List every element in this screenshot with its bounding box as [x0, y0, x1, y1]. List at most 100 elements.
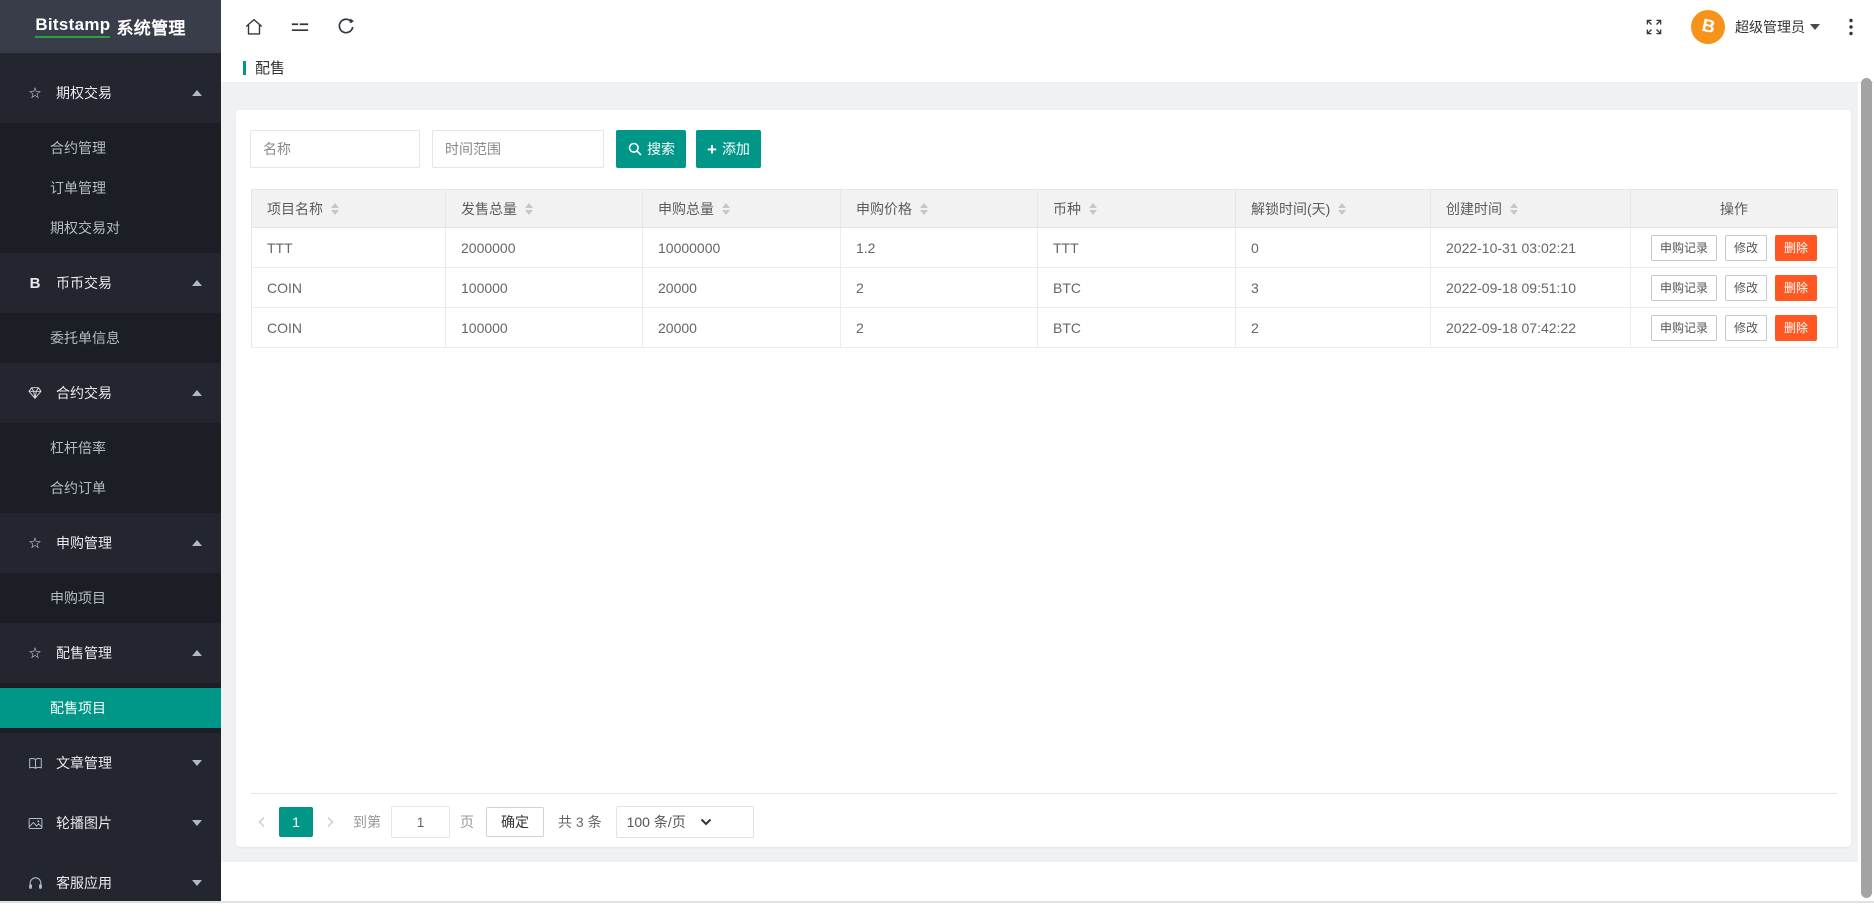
column-header-label: 申购总量 [658, 199, 714, 219]
table-cell: 2 [841, 268, 1038, 308]
edit-button[interactable]: 修改 [1725, 315, 1767, 341]
sidebar-submenu-1: 委托单信息 [0, 313, 221, 363]
table-cell: 10000000 [643, 228, 841, 268]
sidebar-item[interactable]: 杠杆倍率 [0, 428, 221, 468]
chevron-down-icon [192, 820, 202, 826]
chevron-up-icon [192, 90, 202, 96]
delete-button[interactable]: 删除 [1775, 235, 1817, 261]
prev-page-icon[interactable] [255, 807, 269, 837]
sidebar-menu: ☆期权交易合约管理订单管理期权交易对B币币交易委托单信息合约交易杠杆倍率合约订单… [0, 53, 221, 913]
table-cell: 2022-10-31 03:02:21 [1431, 228, 1631, 268]
sidebar-item[interactable]: 订单管理 [0, 168, 221, 208]
search-button[interactable]: 搜索 [616, 130, 686, 168]
home-icon[interactable] [243, 16, 265, 38]
sidebar-submenu-0: 合约管理订单管理期权交易对 [0, 123, 221, 253]
search-toolbar: 搜索 + 添加 [250, 130, 761, 168]
sidebar-item-active[interactable]: 配售项目 [0, 688, 221, 728]
sidebar-item[interactable]: 期权交易对 [0, 208, 221, 248]
sidebar-group-2[interactable]: 合约交易 [0, 363, 221, 423]
confirm-page-button[interactable]: 确定 [486, 807, 544, 837]
headset-icon [24, 875, 46, 892]
sort-icon[interactable] [1510, 203, 1518, 215]
per-page-select[interactable]: 100 条/页 [616, 806, 754, 838]
column-header[interactable]: 申购总量 [643, 190, 841, 228]
sidebar-group-1[interactable]: B 币币交易 [0, 253, 221, 313]
column-header[interactable]: 申购价格 [841, 190, 1038, 228]
sidebar-group-label: 客服应用 [56, 873, 112, 893]
sidebar-item[interactable]: 合约管理 [0, 128, 221, 168]
chevron-down-icon [1810, 24, 1820, 30]
user-name-label: 超级管理员 [1735, 17, 1805, 37]
sort-icon[interactable] [920, 203, 928, 215]
edit-button[interactable]: 修改 [1725, 235, 1767, 261]
table-head: 项目名称发售总量申购总量申购价格币种解锁时间(天)创建时间操作 [252, 190, 1838, 228]
plus-icon: + [707, 141, 717, 158]
letter-b-icon: B [24, 275, 46, 292]
column-header[interactable]: 发售总量 [446, 190, 643, 228]
table-cell: TTT [252, 228, 446, 268]
book-icon [24, 755, 46, 772]
image-icon [24, 815, 46, 832]
column-header-label: 创建时间 [1446, 199, 1502, 219]
sort-icon[interactable] [331, 203, 339, 215]
goto-page-input[interactable] [391, 806, 450, 838]
breadcrumb: 配售 [221, 53, 1874, 83]
total-count-label: 共 3 条 [558, 812, 602, 832]
vertical-scrollbar[interactable] [1861, 78, 1872, 898]
column-header-label: 发售总量 [461, 199, 517, 219]
gem-icon [24, 385, 46, 401]
header-right-cluster: B 超级管理员 [1643, 0, 1858, 53]
sidebar-group-label: 币币交易 [56, 273, 112, 293]
fullscreen-icon[interactable] [1643, 16, 1665, 38]
sidebar-item[interactable]: 合约订单 [0, 468, 221, 508]
sidebar-group-6[interactable]: 轮播图片 [0, 793, 221, 853]
column-header[interactable]: 解锁时间(天) [1236, 190, 1431, 228]
current-page-button[interactable]: 1 [279, 807, 313, 837]
collapse-menu-icon[interactable] [289, 16, 311, 38]
select-caret-icon [700, 818, 712, 826]
page-title: 配售 [255, 57, 285, 78]
refresh-icon[interactable] [335, 16, 357, 38]
sort-icon[interactable] [722, 203, 730, 215]
top-header: B 超级管理员 [221, 0, 1874, 54]
more-menu-icon[interactable] [1844, 17, 1858, 37]
add-button[interactable]: + 添加 [696, 130, 761, 168]
sidebar-submenu-2: 杠杆倍率合约订单 [0, 423, 221, 513]
sidebar-group-4[interactable]: ☆配售管理 [0, 623, 221, 683]
sidebar-group-5[interactable]: 文章管理 [0, 733, 221, 793]
name-filter-input[interactable] [250, 130, 420, 168]
delete-button[interactable]: 删除 [1775, 315, 1817, 341]
sidebar-group-3[interactable]: ☆申购管理 [0, 513, 221, 573]
sidebar-group-label: 期权交易 [56, 83, 112, 103]
delete-button[interactable]: 删除 [1775, 275, 1817, 301]
sidebar-group-7[interactable]: 客服应用 [0, 853, 221, 913]
time-range-input[interactable] [432, 130, 604, 168]
sort-icon[interactable] [1338, 203, 1346, 215]
page-bottom-divider [0, 901, 1874, 903]
star-icon: ☆ [24, 644, 46, 662]
sort-icon[interactable] [525, 203, 533, 215]
sidebar-item[interactable]: 委托单信息 [0, 318, 221, 358]
sidebar-item[interactable]: 申购项目 [0, 578, 221, 618]
column-header-label: 币种 [1053, 199, 1081, 219]
table-cell: 2000000 [446, 228, 643, 268]
subscription-record-button[interactable]: 申购记录 [1651, 315, 1717, 341]
goto-page-prefix: 到第 [353, 812, 381, 832]
sort-icon[interactable] [1089, 203, 1097, 215]
table-cell: COIN [252, 268, 446, 308]
next-page-icon[interactable] [323, 807, 337, 837]
star-icon: ☆ [24, 534, 46, 552]
subscription-record-button[interactable]: 申购记录 [1651, 275, 1717, 301]
column-header[interactable]: 创建时间 [1431, 190, 1631, 228]
sidebar-group-0[interactable]: ☆期权交易 [0, 63, 221, 123]
sidebar-group-label: 文章管理 [56, 753, 112, 773]
table-actions-cell: 申购记录修改删除 [1631, 268, 1838, 308]
user-avatar-bitcoin[interactable]: B [1691, 10, 1725, 44]
column-header[interactable]: 项目名称 [252, 190, 446, 228]
chevron-up-icon [192, 650, 202, 656]
column-header[interactable]: 币种 [1038, 190, 1236, 228]
search-button-label: 搜索 [647, 139, 675, 159]
user-menu[interactable]: 超级管理员 [1735, 17, 1820, 37]
subscription-record-button[interactable]: 申购记录 [1651, 235, 1717, 261]
edit-button[interactable]: 修改 [1725, 275, 1767, 301]
